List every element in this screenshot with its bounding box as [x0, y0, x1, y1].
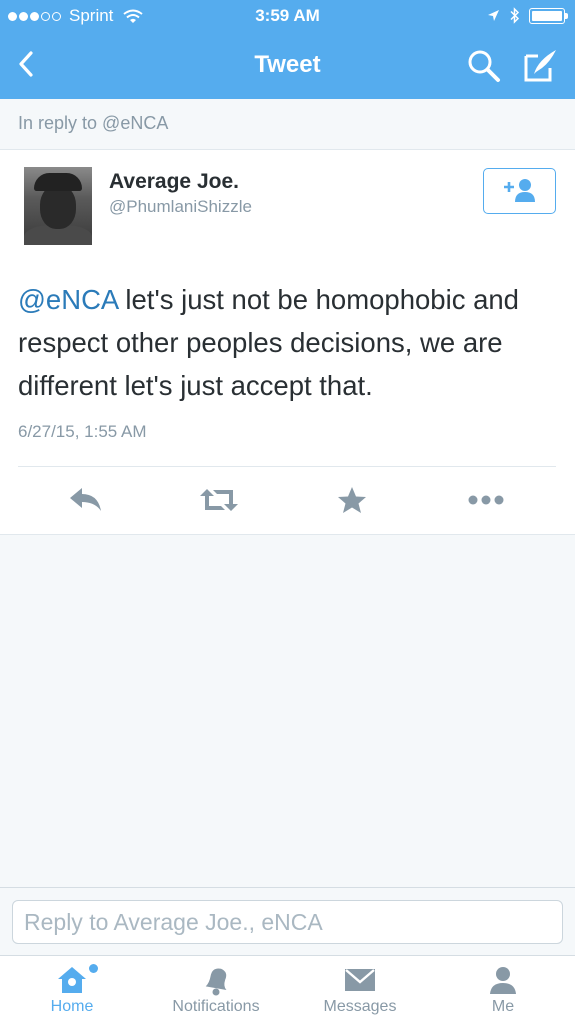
in-reply-to-text: In reply to @eNCA — [18, 113, 169, 133]
compose-button[interactable] — [520, 44, 562, 86]
top-bar: Sprint 3:59 AM Tweet — [0, 0, 575, 99]
tab-messages-icon-wrap — [343, 956, 377, 998]
tweet-mention-link[interactable]: @eNCA — [18, 284, 118, 315]
tab-messages-label: Messages — [323, 998, 397, 1015]
tab-me-label: Me — [491, 998, 515, 1015]
envelope-icon — [345, 969, 375, 991]
tab-me[interactable]: Me — [470, 956, 536, 1024]
tab-bar: Home Notifications Messages Me — [0, 955, 575, 1024]
tweet-detail: Average Joe. @PhumlaniShizzle @eNCA let'… — [0, 150, 575, 535]
tab-home[interactable]: Home — [28, 956, 116, 1024]
person-icon — [490, 967, 516, 994]
tweet-timestamp: 6/27/15, 1:55 AM — [18, 422, 147, 441]
search-button[interactable] — [464, 46, 504, 86]
reply-button[interactable] — [64, 480, 108, 520]
follow-button[interactable] — [483, 168, 556, 214]
retweet-icon — [200, 489, 238, 511]
tab-messages[interactable]: Messages — [310, 956, 410, 1024]
favorite-button[interactable] — [330, 480, 374, 520]
tab-notifications[interactable]: Notifications — [158, 956, 274, 1024]
author-name[interactable]: Average Joe. — [109, 170, 239, 194]
battery-icon — [529, 7, 568, 24]
tweet-actions — [0, 480, 575, 520]
reply-input[interactable] — [12, 900, 563, 944]
add-user-icon — [503, 179, 535, 202]
compose-icon — [524, 50, 556, 82]
tweet-text: @eNCA let's just not be homophobic and r… — [18, 278, 558, 407]
more-button[interactable] — [464, 480, 508, 520]
location-arrow-icon — [488, 10, 499, 21]
reply-bar — [0, 887, 575, 955]
in-reply-to-bar[interactable]: In reply to @eNCA — [0, 99, 575, 150]
tab-home-label: Home — [50, 998, 94, 1015]
retweet-button[interactable] — [197, 480, 241, 520]
more-icon — [468, 495, 504, 505]
reply-icon — [70, 488, 101, 511]
navigation-bar: Tweet — [0, 32, 575, 99]
avatar[interactable] — [24, 167, 92, 245]
bell-icon — [205, 968, 227, 996]
tab-me-icon-wrap — [488, 956, 518, 998]
home-icon — [58, 967, 86, 993]
tab-home-icon-wrap — [56, 956, 98, 998]
status-bar: Sprint 3:59 AM — [0, 0, 575, 32]
tab-notifications-label: Notifications — [172, 998, 260, 1015]
divider — [18, 466, 556, 467]
favorite-icon — [338, 487, 366, 513]
bluetooth-icon — [510, 7, 520, 24]
author-handle[interactable]: @PhumlaniShizzle — [109, 197, 252, 217]
status-right — [487, 7, 568, 24]
home-notification-dot — [89, 964, 98, 973]
search-icon — [468, 50, 500, 82]
tab-notifications-icon-wrap — [201, 956, 231, 998]
